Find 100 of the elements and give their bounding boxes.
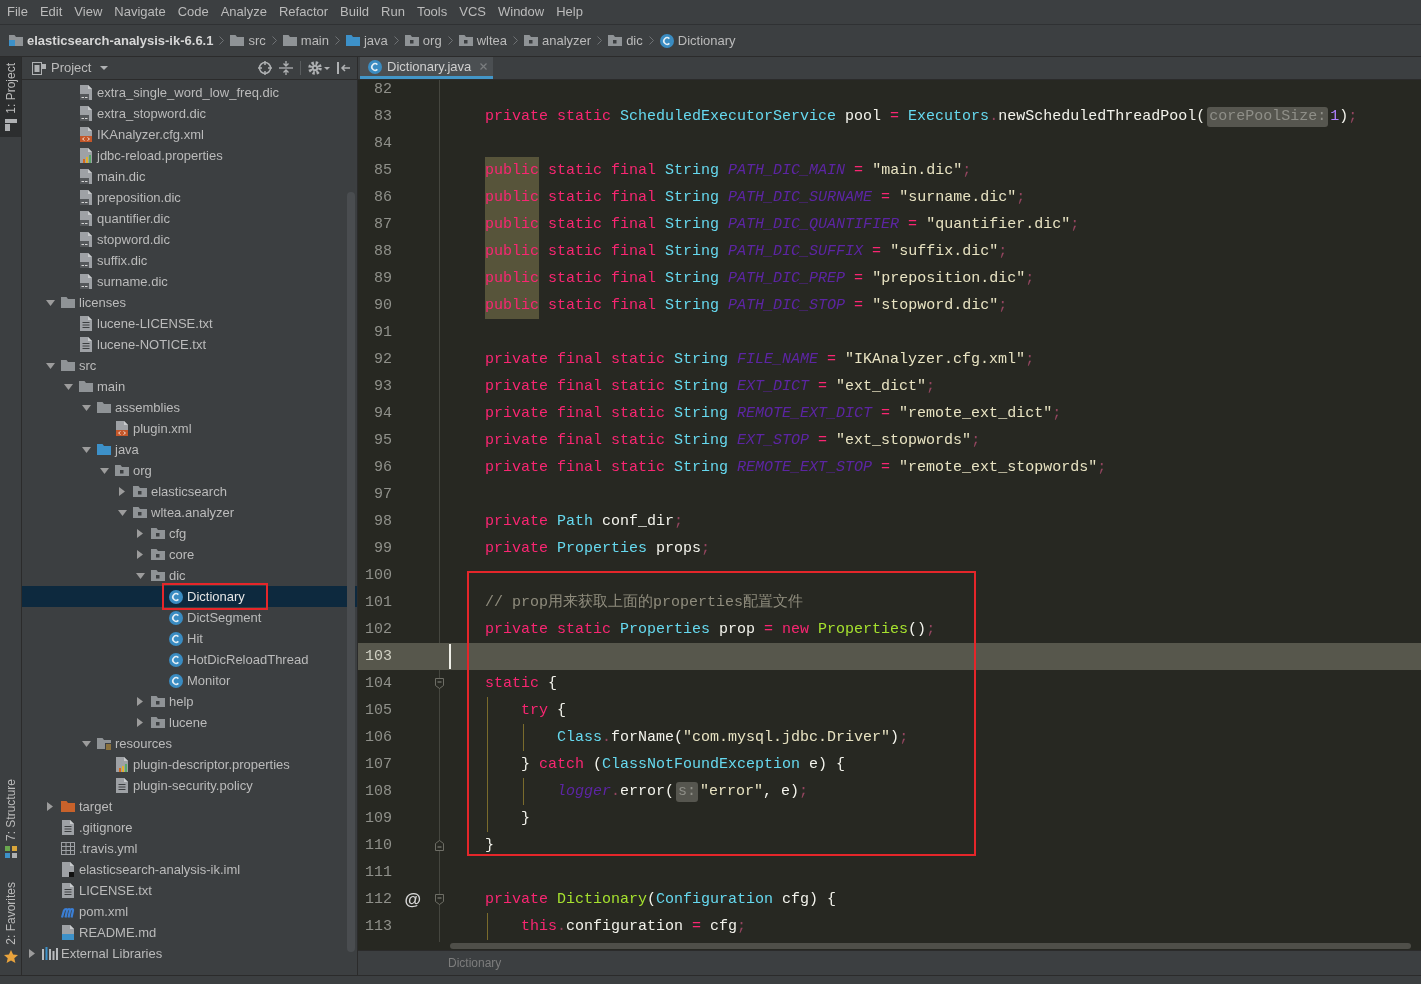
collapse-all-icon[interactable] (279, 61, 293, 75)
tree-item[interactable]: plugin-security.policy (22, 775, 357, 796)
tree-item[interactable]: Dictionary (22, 586, 357, 607)
fold-marker-icon[interactable] (435, 840, 444, 851)
tool-window-button[interactable]: 7: Structure (0, 773, 21, 865)
tree-item[interactable]: licenses (22, 292, 357, 313)
tree-item[interactable]: IKAnalyzer.cfg.xml (22, 124, 357, 145)
breadcrumb-item[interactable]: wltea (458, 28, 507, 53)
breadcrumb-item[interactable]: java (346, 28, 388, 53)
tree-item[interactable]: org (22, 460, 357, 481)
tree-item[interactable]: resources (22, 733, 357, 754)
caret-right-icon[interactable] (137, 529, 143, 538)
caret-down-icon[interactable] (45, 362, 55, 369)
breadcrumb-item[interactable]: src (230, 28, 266, 53)
menu-item[interactable]: Build (334, 0, 375, 24)
tree-item[interactable]: src (22, 355, 357, 376)
tree-item[interactable]: HotDicReloadThread (22, 649, 357, 670)
tree-item[interactable]: extra_stopword.dic (22, 103, 357, 124)
menu-item[interactable]: Analyze (214, 0, 273, 24)
tree-item[interactable]: target (22, 796, 357, 817)
fold-marker-icon[interactable] (435, 894, 444, 905)
editor-tab[interactable]: Dictionary.java (360, 57, 494, 79)
caret-right-icon[interactable] (137, 697, 143, 706)
menu-item[interactable]: View (68, 0, 109, 24)
tree-item[interactable]: README.md (22, 922, 357, 943)
tool-window-button[interactable]: 2: Favorites (0, 876, 21, 969)
crosshair-icon[interactable] (258, 61, 272, 75)
tree-item[interactable]: DictSegment (22, 607, 357, 628)
caret-right-icon[interactable] (29, 949, 35, 958)
code-line: } catch (ClassNotFoundException e) { (520, 755, 846, 775)
tree-item[interactable]: plugin.xml (22, 418, 357, 439)
caret-down-icon[interactable] (63, 383, 73, 390)
menu-item[interactable]: File (1, 0, 34, 24)
scrollbar[interactable] (450, 943, 1411, 949)
line-number: 98 (373, 512, 392, 532)
caret-down-icon[interactable] (45, 299, 55, 306)
tree-item[interactable]: java (22, 439, 357, 460)
tree-item[interactable]: quantifier.dic (22, 208, 357, 229)
tree-item[interactable]: main (22, 376, 357, 397)
tree-item[interactable]: cfg (22, 523, 357, 544)
tree-item[interactable]: lucene (22, 712, 357, 733)
tree-item[interactable]: dic (22, 565, 357, 586)
tree-item[interactable]: core (22, 544, 357, 565)
tree-item[interactable]: .gitignore (22, 817, 357, 838)
caret-right-icon[interactable] (47, 802, 53, 811)
tool-window-button[interactable]: 1: Project (0, 57, 21, 137)
tree-item[interactable]: suffix.dic (22, 250, 357, 271)
tree-item[interactable]: .travis.yml (22, 838, 357, 859)
tree-item[interactable]: wltea.analyzer (22, 502, 357, 523)
breadcrumb-item[interactable]: org (404, 28, 442, 53)
breadcrumb-item[interactable]: dic (608, 28, 643, 53)
caret-down-icon[interactable] (99, 467, 109, 474)
tree-item[interactable]: lucene-NOTICE.txt (22, 334, 357, 355)
breadcrumb-item[interactable]: analyzer (524, 28, 592, 53)
caret-down-icon[interactable] (117, 509, 127, 516)
tree-item[interactable]: assemblies (22, 397, 357, 418)
tree-item[interactable]: main.dic (22, 166, 357, 187)
tree-item[interactable]: stopword.dic (22, 229, 357, 250)
tree-item[interactable]: lucene-LICENSE.txt (22, 313, 357, 334)
caret-down-icon[interactable] (81, 740, 91, 747)
breadcrumb-item[interactable]: Dictionary (659, 28, 736, 53)
tree-item[interactable]: External Libraries (22, 943, 357, 964)
settings-icon[interactable] (308, 61, 322, 75)
breadcrumb-item[interactable]: main (282, 28, 329, 53)
caret-down-icon[interactable] (81, 446, 91, 453)
tree-item[interactable]: extra_single_word_low_freq.dic (22, 82, 357, 103)
caret-down-icon[interactable] (135, 572, 145, 579)
gutter-marker[interactable]: @ (404, 889, 421, 910)
tree-item[interactable]: preposition.dic (22, 187, 357, 208)
menu-item[interactable]: Navigate (108, 0, 172, 24)
fold-marker-icon[interactable] (435, 678, 444, 689)
caret-right-icon[interactable] (119, 487, 125, 496)
tree-item[interactable]: pom.xml (22, 901, 357, 922)
line-number: 96 (373, 458, 392, 478)
menu-item[interactable]: VCS (453, 0, 492, 24)
tree-item[interactable]: Monitor (22, 670, 357, 691)
menu-item[interactable]: Edit (33, 0, 69, 24)
caret-right-icon[interactable] (137, 718, 143, 727)
scrollbar[interactable] (347, 192, 355, 952)
menu-item[interactable]: Tools (410, 0, 454, 24)
tree-item[interactable]: LICENSE.txt (22, 880, 357, 901)
tree-item[interactable]: elasticsearch-analysis-ik.iml (22, 859, 357, 880)
menu-item[interactable]: Help (550, 0, 589, 24)
tree-item[interactable]: elasticsearch (22, 481, 357, 502)
menu-item[interactable]: Code (171, 0, 215, 24)
tree-item[interactable]: Hit (22, 628, 357, 649)
tree-item[interactable]: help (22, 691, 357, 712)
tree-item[interactable]: plugin-descriptor.properties (22, 754, 357, 775)
breadcrumb-item[interactable]: elasticsearch-analysis-ik-6.6.1 (9, 28, 214, 53)
view-dropdown[interactable]: Project (32, 57, 109, 79)
caret-right-icon[interactable] (137, 550, 143, 559)
caret-down-icon[interactable] (81, 404, 91, 411)
hide-panel-icon[interactable] (337, 62, 351, 74)
menu-item[interactable]: Run (375, 0, 411, 24)
tree-item[interactable]: surname.dic (22, 271, 357, 292)
code-line: static { (484, 674, 558, 694)
close-icon[interactable] (480, 63, 488, 70)
menu-item[interactable]: Refactor (272, 0, 335, 24)
menu-item[interactable]: Window (491, 0, 551, 24)
tree-item[interactable]: jdbc-reload.properties (22, 145, 357, 166)
